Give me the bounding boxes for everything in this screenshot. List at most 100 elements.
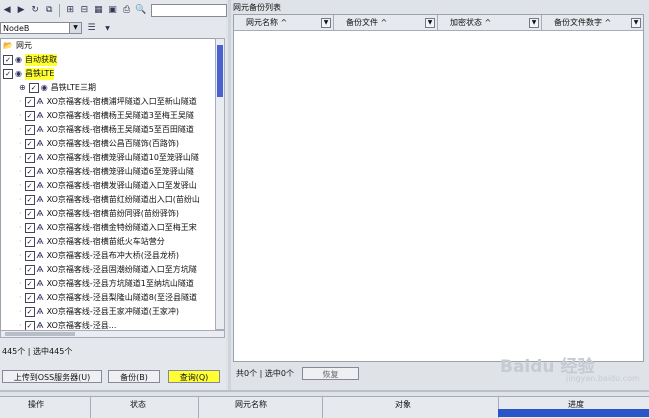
checkbox[interactable]: ✓ (3, 69, 13, 79)
column-header[interactable]: 操作 (28, 399, 44, 411)
tree-root[interactable]: 📂 网元 (3, 40, 32, 52)
tree-node-site[interactable]: · ✓ Ѧ XO京福客线-泾县梨隆山隧道8(至泾县隧道 (19, 292, 197, 304)
restore-button[interactable]: 恢复 (302, 367, 359, 380)
tree-node-site[interactable]: · ✓ Ѧ XO京福客线-宿横苗纸火车站营分 (19, 236, 165, 248)
tree-node-site[interactable]: · ✓ Ѧ XO京福客线-泾县方坑隧道1至纳坑山隧道 (19, 278, 194, 290)
search-icon[interactable]: 🔍 (135, 4, 147, 17)
filter-row: NodeB ▼ ☰ ▼ (0, 20, 226, 36)
tree-line-icon: · (19, 279, 22, 288)
upload-oss-button[interactable]: 上传到OSS服务器(U) (2, 370, 102, 383)
checkbox[interactable]: ✓ (24, 265, 35, 275)
antenna-icon: Ѧ (36, 237, 44, 246)
chevron-down-icon[interactable]: ▼ (69, 23, 81, 33)
filter-icon[interactable]: ▼ (321, 18, 331, 28)
checkbox[interactable]: ✓ (24, 153, 35, 163)
tree-node-lte[interactable]: ✓ ◉ 昌铁LTE (3, 68, 55, 80)
backup-button[interactable]: 备份(B) (108, 370, 160, 383)
checkbox[interactable]: ✓ (28, 83, 39, 93)
antenna-icon: Ѧ (36, 279, 44, 288)
checkbox[interactable]: ✓ (24, 307, 35, 317)
checkbox[interactable]: ✓ (24, 111, 35, 121)
expand-icon[interactable]: ⊞ (64, 4, 76, 17)
checkbox[interactable]: ✓ (24, 167, 35, 177)
column-header[interactable]: 备份文件数字 ^ ▼ (542, 15, 643, 30)
filter-icon[interactable]: ▼ (529, 18, 539, 28)
tree-node-site[interactable]: · ✓ Ѧ XO京福客线-泾县固潮纷隧道入口至方坑隧 (19, 264, 197, 276)
antenna-icon: Ѧ (36, 307, 44, 316)
tree-node-site[interactable]: · ✓ Ѧ XO京福客线-宿横金特纷隧道入口至梅王宋 (19, 222, 197, 234)
tree-node-site[interactable]: · ✓ Ѧ XO京福客线-宿横笼驿山隧道6至笼驿山隧 (19, 166, 194, 178)
scroll-thumb[interactable] (5, 332, 75, 336)
antenna-icon: Ѧ (36, 139, 44, 148)
checkbox[interactable]: ✓ (24, 293, 35, 303)
tree-node-site[interactable]: · ✓ Ѧ XO京福客线-泾县布冲大桥(泾县龙桥) (19, 250, 179, 262)
antenna-icon: Ѧ (36, 111, 44, 120)
tree-node-site[interactable]: · ✓ Ѧ XO京福客线-宿横苗纷同驿(苗纷驿饰) (19, 208, 179, 220)
column-header[interactable]: 网元名称 ^ ▼ (234, 15, 334, 30)
column-header[interactable]: 网元名称 (235, 399, 267, 411)
scroll-thumb[interactable] (217, 45, 223, 97)
tree-node-auto[interactable]: ✓ ◉ 自动获取 (3, 54, 57, 66)
bottom-divider[interactable] (0, 390, 649, 392)
checkbox[interactable]: ✓ (24, 195, 35, 205)
tree-node-site[interactable]: · ✓ Ѧ XO京福客线-宿横笼驿山隧道10至笼驿山隧 (19, 152, 199, 164)
tree-line-icon: · (19, 209, 22, 218)
tree-node-site[interactable]: · ✓ Ѧ XO京福客线-宿横杨王吴隧道5至百田隧道 (19, 124, 194, 136)
tree-line-icon: · (19, 251, 22, 260)
checkbox[interactable]: ✓ (24, 181, 35, 191)
antenna-icon: Ѧ (36, 293, 44, 302)
grid-icon[interactable]: ▦ (92, 4, 104, 17)
checkbox[interactable]: ✓ (3, 55, 13, 65)
tree-node-site[interactable]: · ✓ Ѧ XO京福客线-宿横苗红纷隧道出入口(苗纷山 (19, 194, 200, 206)
filter-icon[interactable]: ▼ (631, 18, 641, 28)
query-button[interactable]: 查询(Q) (168, 370, 220, 383)
checkbox[interactable]: ✓ (24, 209, 35, 219)
ne-type-combo[interactable]: NodeB ▼ (0, 22, 82, 34)
tree-node-site[interactable]: · ✓ Ѧ XO京福客线-宿横杨王吴隧道3至梅王吴隧 (19, 110, 194, 122)
antenna-icon: Ѧ (36, 251, 44, 260)
copy-icon[interactable]: ⧉ (43, 4, 55, 17)
antenna-icon: Ѧ (36, 209, 44, 218)
print-icon[interactable]: ⎙ (121, 4, 133, 17)
chevron-down-icon[interactable]: ▼ (101, 22, 114, 35)
expand-toggle-icon[interactable]: ⊕ (19, 82, 26, 94)
forward-icon[interactable]: ▶ (15, 4, 27, 17)
back-icon[interactable]: ◀ (1, 4, 13, 17)
refresh-icon[interactable]: ↻ (29, 4, 41, 17)
list-options-icon[interactable]: ☰ (85, 22, 98, 35)
backup-table[interactable]: 网元名称 ^ ▼ 备份文件 ^ ▼ 加密状态 ^ ▼ 备份文件数字 ^ ▼ (233, 14, 644, 362)
antenna-icon: Ѧ (36, 97, 44, 106)
save-icon[interactable]: ▣ (106, 4, 118, 17)
checkbox[interactable]: ✓ (24, 223, 35, 233)
checkbox[interactable]: ✓ (24, 139, 35, 149)
ne-tree[interactable]: 📂 网元 ✓ ◉ 自动获取 ✓ ◉ 昌铁LTE ⊕ ✓ ◉ 昌铁LTE三期 · ✓… (0, 38, 216, 332)
checkbox[interactable]: ✓ (24, 251, 35, 261)
folder-icon: 📂 (3, 41, 13, 50)
checkbox[interactable]: ✓ (24, 97, 35, 107)
watermark-url: jingyan.baidu.com (566, 374, 640, 383)
checkbox[interactable]: ✓ (24, 125, 35, 135)
column-divider (198, 397, 199, 418)
column-header[interactable]: 备份文件 ^ ▼ (334, 15, 438, 30)
tree-node-lte3[interactable]: ⊕ ✓ ◉ 昌铁LTE三期 (19, 82, 96, 94)
filter-icon[interactable]: ▼ (425, 18, 435, 28)
tree-node-site[interactable]: · ✓ Ѧ XO京福客线-宿横浦坪隧道入口至新山隧道 (19, 96, 197, 108)
column-divider (90, 397, 91, 418)
tree-node-site[interactable]: · ✓ Ѧ XO京福客线-宿横发驿山隧道入口至发驿山 (19, 180, 197, 192)
panel-splitter[interactable] (228, 0, 231, 390)
combo-value: NodeB (3, 24, 30, 33)
tree-line-icon: · (19, 237, 22, 246)
antenna-icon: Ѧ (36, 153, 44, 162)
column-header[interactable]: 加密状态 ^ ▼ (438, 15, 542, 30)
checkbox[interactable]: ✓ (24, 237, 35, 247)
column-header[interactable]: 状态 (130, 399, 146, 411)
column-header[interactable]: 对象 (395, 399, 411, 411)
tree-node-site[interactable]: · ✓ Ѧ XO京福客线-泾县王家冲隧道(王家冲) (19, 306, 179, 318)
search-input[interactable] (150, 3, 228, 17)
backup-list-title: 网元备份列表 (233, 3, 281, 12)
tree-node-site[interactable]: · ✓ Ѧ XO京福客线-宿横公昌百隧饰(百路饰) (19, 138, 179, 150)
tree-horizontal-scrollbar[interactable] (0, 330, 225, 338)
checkbox[interactable]: ✓ (24, 279, 35, 289)
collapse-icon[interactable]: ⊟ (78, 4, 90, 17)
tree-vertical-scrollbar[interactable] (215, 38, 225, 330)
